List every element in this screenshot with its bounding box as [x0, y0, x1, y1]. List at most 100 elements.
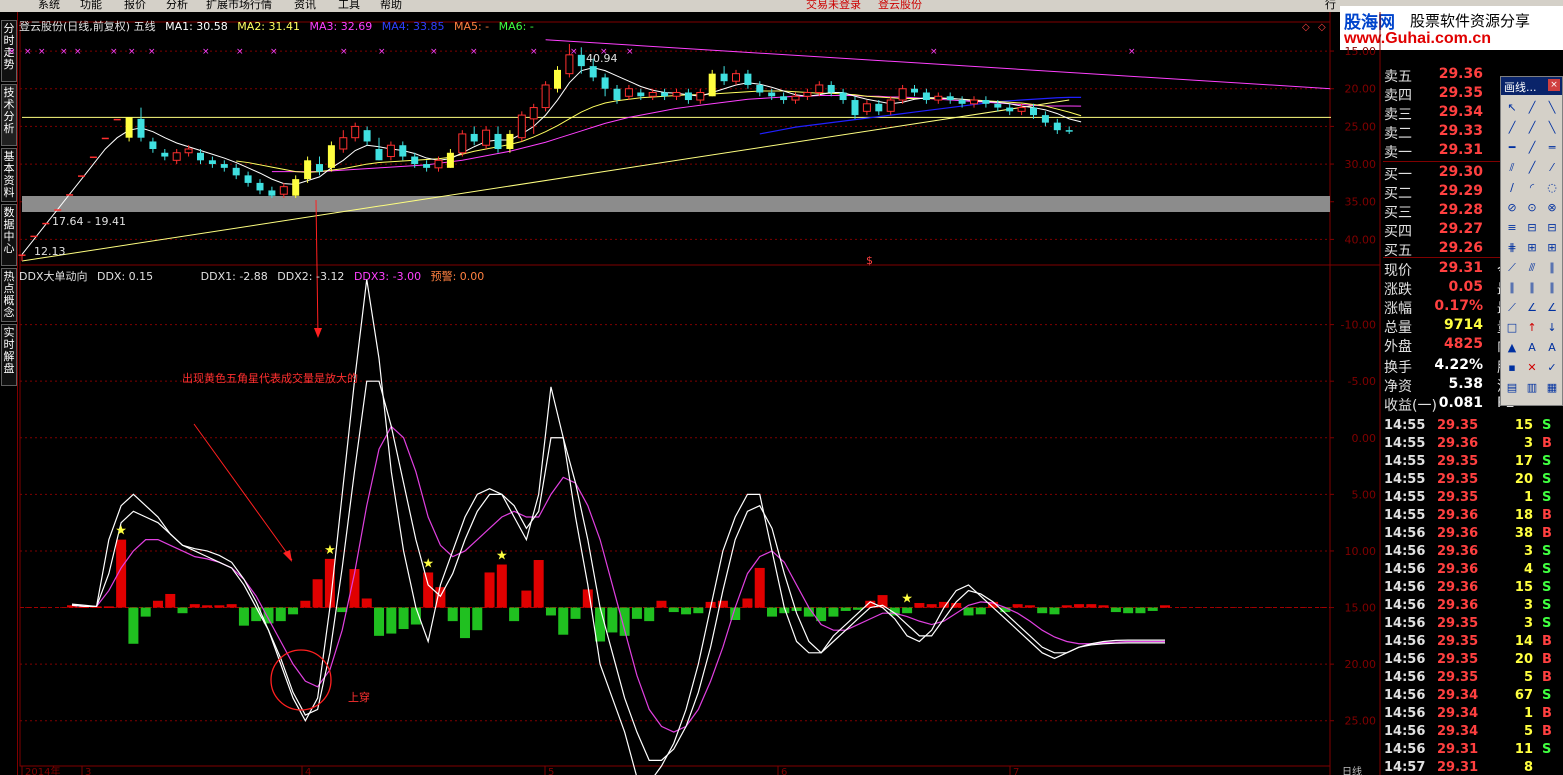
cone-icon[interactable]: ∠: [1523, 299, 1541, 317]
ddx-value: DDX: 0.15: [96, 270, 154, 283]
ddx-bar: [902, 607, 913, 614]
x-axis-label: 3: [85, 767, 91, 775]
price-line-icon[interactable]: ≡: [1503, 219, 1521, 237]
trend-icon[interactable]: ╲: [1543, 119, 1561, 137]
ddx-bar: [423, 572, 434, 608]
close-icon[interactable]: ×: [1548, 79, 1560, 91]
speed-icon[interactable]: ∕: [1503, 179, 1521, 197]
target-icon[interactable]: ⊙: [1523, 199, 1541, 217]
up-arrow-icon[interactable]: ↑: [1523, 319, 1541, 337]
delete-icon[interactable]: ✕: [1523, 359, 1541, 377]
candle-body: [434, 159, 443, 169]
ddx-bar: [963, 607, 974, 616]
down-arrow-icon[interactable]: ↓: [1543, 319, 1561, 337]
line-icon[interactable]: ╱: [1523, 99, 1541, 117]
tick-price: 29.34: [1437, 688, 1479, 703]
hline-icon[interactable]: ━: [1503, 139, 1521, 157]
parallel-icon[interactable]: ═: [1543, 139, 1561, 157]
ddx-title[interactable]: DDX大单动向: [19, 270, 87, 283]
candle-body: [958, 100, 966, 104]
buy-level-3-value: 29.28: [1438, 202, 1483, 218]
ddx-bar: [238, 607, 249, 626]
tick-volume: 1: [1523, 490, 1533, 505]
triangle-icon[interactable]: ▲: [1503, 339, 1521, 357]
save-icon[interactable]: ▦: [1543, 379, 1561, 397]
table-icon[interactable]: ⊞: [1523, 239, 1541, 257]
segment-icon[interactable]: ╱: [1503, 119, 1521, 137]
drawing-toolbox-title[interactable]: 画线... ×: [1501, 77, 1562, 95]
rect-icon[interactable]: □: [1503, 319, 1521, 337]
ddx-y-tick-label: -5.00: [1348, 375, 1376, 388]
chart-canvas[interactable]: ★★★★★ 40.0035.0030.0025.0020.0015.0025.0…: [0, 0, 1563, 775]
ellipse-icon[interactable]: ◌: [1543, 179, 1561, 197]
candle-body: [1053, 122, 1061, 131]
candle-body: [458, 133, 467, 154]
drawing-toolbox[interactable]: 画线... × ↖ ╱ ╲ ╱ ╱ ╲ ━ ╱ ═ ⫽ ╱ ⁄ ∕ ◜ ◌ ⊘ ⊙ ⊗ ≡ ⊟ ⊟ ⋕ ⊞ ⊞ ⟋ ⫻ ∥ ∥ ∥ ∥ ⟋ ∠…: [1500, 76, 1563, 406]
lines-icon[interactable]: ∥: [1543, 259, 1561, 277]
matrix-icon[interactable]: ⊞: [1543, 239, 1561, 257]
ddx-bar: [521, 590, 532, 608]
tick-side: S: [1542, 598, 1552, 613]
list-icon[interactable]: ▤: [1503, 379, 1521, 397]
ddx1-line: [71, 279, 1165, 775]
label-icon[interactable]: A: [1543, 339, 1561, 357]
arrow-icon[interactable]: ╱: [1523, 119, 1541, 137]
candle-body: [565, 54, 574, 75]
trendline: [21, 99, 1070, 262]
ray-icon[interactable]: ╲: [1543, 99, 1561, 117]
channel-icon[interactable]: ╱: [1523, 139, 1541, 157]
circle-icon[interactable]: ◜: [1523, 179, 1541, 197]
event-marker-icon: ×: [202, 47, 210, 57]
candle-body: [517, 114, 526, 139]
candle-body: [351, 125, 360, 139]
candle-body: [637, 92, 645, 97]
angle-icon[interactable]: ⟋: [1503, 259, 1521, 277]
candle-body: [601, 77, 609, 89]
ma5-value: MA5: -: [453, 20, 490, 33]
bars-icon[interactable]: ∥: [1503, 279, 1521, 297]
ddx-bar: [374, 607, 385, 636]
pointer-icon[interactable]: ↖: [1503, 99, 1521, 117]
box-icon[interactable]: ⊟: [1523, 219, 1541, 237]
ma4-line: [759, 96, 1082, 135]
cross-icon[interactable]: ⊗: [1543, 199, 1561, 217]
tick-price: 29.36: [1437, 562, 1479, 577]
ddx-y-tick-label: 15.00: [1345, 602, 1377, 615]
rows-icon[interactable]: ∥: [1543, 279, 1561, 297]
candle-body: [780, 96, 788, 101]
columns-icon[interactable]: ∥: [1523, 279, 1541, 297]
fib-icon[interactable]: ⫽: [1503, 159, 1521, 177]
fan-icon[interactable]: ⫻: [1523, 259, 1541, 277]
candle-body: [886, 99, 895, 112]
candle-body: [470, 133, 478, 142]
range-price-label: 17.64 - 19.41: [52, 215, 126, 228]
candle-body: [803, 92, 812, 97]
layers-icon[interactable]: ▥: [1523, 379, 1541, 397]
ma2-value: MA2: 31.41: [237, 20, 301, 33]
tick-row: 14:56 29.36 3 S: [1383, 598, 1563, 616]
kline-title[interactable]: 登云股份(日线,前复权) 五线: [19, 20, 156, 33]
gann-icon[interactable]: ⁄: [1543, 159, 1561, 177]
event-marker-icon: ×: [470, 47, 478, 57]
fill-icon[interactable]: ▪: [1503, 359, 1521, 377]
ddx-y-tick-label: 0.00: [1352, 432, 1377, 445]
tick-volume: 18: [1514, 508, 1533, 523]
ma1-line: [21, 67, 1082, 255]
tick-row: 14:55 29.36 3 B: [1383, 436, 1563, 454]
candle-body: [982, 100, 990, 104]
ddx-bar: [214, 605, 225, 608]
candle-body: [411, 156, 419, 165]
cycle-icon[interactable]: ⊘: [1503, 199, 1521, 217]
wedge-icon[interactable]: ⟋: [1503, 299, 1521, 317]
confirm-icon[interactable]: ✓: [1543, 359, 1561, 377]
candle-body: [220, 164, 228, 168]
ddx-bar: [1074, 604, 1085, 608]
tick-time: 14:55: [1384, 472, 1426, 487]
grid-icon[interactable]: ⋕: [1503, 239, 1521, 257]
sector-icon[interactable]: ∠: [1543, 299, 1561, 317]
range-icon[interactable]: ⊟: [1543, 219, 1561, 237]
text-icon[interactable]: A: [1523, 339, 1541, 357]
sell-level-4-value: 29.35: [1438, 85, 1483, 101]
arc-icon[interactable]: ╱: [1523, 159, 1541, 177]
candle-body: [839, 92, 847, 101]
